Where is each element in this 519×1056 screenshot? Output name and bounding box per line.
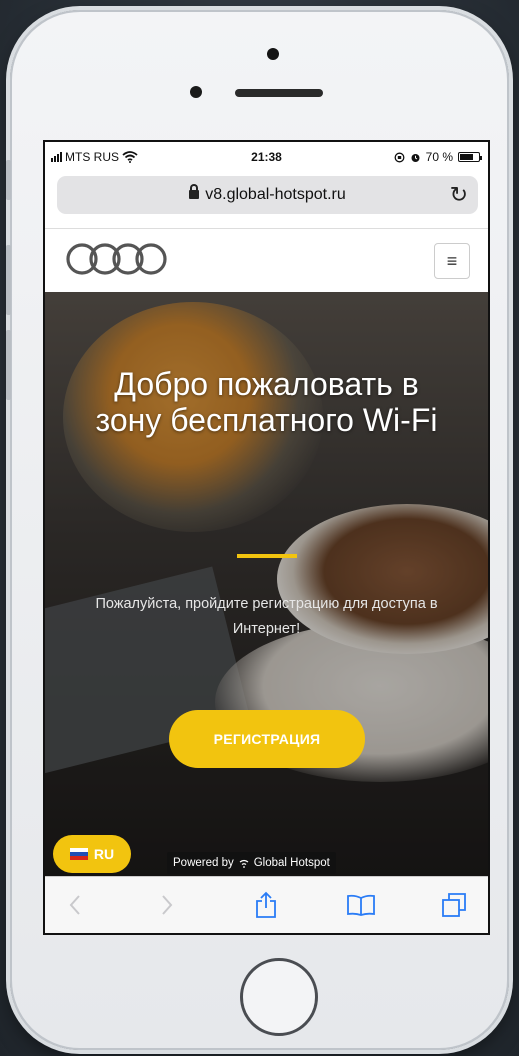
volume-up-button — [6, 245, 11, 315]
wifi-icon — [122, 151, 138, 163]
tabs-button[interactable] — [438, 889, 470, 921]
safari-toolbar — [45, 876, 488, 933]
phone-screen: MTS RUS 21:38 70 % v8.global-hotspot.ru … — [43, 140, 490, 935]
powered-by-brand: Global Hotspot — [253, 857, 330, 869]
welcome-title: Добро пожаловать в зону бесплатного Wi-F… — [95, 366, 438, 438]
tabs-icon — [442, 893, 466, 917]
back-button[interactable] — [59, 889, 91, 921]
language-switcher[interactable]: RU — [53, 835, 131, 873]
language-label: RU — [93, 846, 115, 862]
battery-icon — [458, 152, 482, 162]
back-icon — [69, 895, 80, 915]
rotation-lock-icon — [394, 152, 405, 162]
signal-icon — [51, 152, 62, 162]
menu-icon: ≡ — [446, 250, 458, 271]
sensor — [190, 86, 202, 98]
share-icon — [256, 891, 276, 918]
wifi-icon — [239, 859, 249, 868]
volume-down-button — [6, 330, 11, 400]
forward-icon — [162, 895, 173, 915]
carrier-label: MTS RUS — [65, 150, 119, 164]
title-divider — [237, 554, 297, 558]
russia-flag-icon — [69, 848, 88, 860]
bookmarks-icon — [347, 894, 375, 916]
address-bar[interactable]: v8.global-hotspot.ru ↻ — [57, 176, 478, 214]
home-button[interactable] — [240, 958, 318, 1036]
share-button[interactable] — [250, 889, 282, 921]
powered-by-prefix: Powered by — [173, 857, 234, 869]
status-bar: MTS RUS 21:38 70 % — [45, 142, 488, 172]
site-header: ≡ — [45, 228, 488, 293]
lock-icon — [189, 184, 200, 199]
forward-button[interactable] — [151, 889, 183, 921]
url-text: v8.global-hotspot.ru — [205, 186, 346, 203]
register-button[interactable]: РЕГИСТРАЦИЯ — [169, 710, 365, 768]
audi-rings-logo[interactable] — [65, 241, 169, 277]
battery-percent: 70 % — [425, 150, 453, 164]
front-camera — [267, 48, 279, 60]
reload-icon[interactable]: ↻ — [450, 182, 468, 208]
welcome-subtitle: Пожалуйста, пройдите регистрацию для дос… — [95, 596, 438, 637]
bookmarks-button[interactable] — [345, 889, 377, 921]
status-time: 21:38 — [251, 150, 282, 164]
earpiece-speaker — [235, 89, 323, 97]
hero-banner: Добро пожаловать в зону бесплатного Wi-F… — [45, 292, 488, 878]
mute-switch — [6, 160, 11, 200]
hamburger-menu-button[interactable]: ≡ — [434, 243, 470, 279]
alarm-icon — [411, 153, 420, 162]
powered-by-badge[interactable]: Powered by Global Hotspot — [167, 852, 336, 874]
